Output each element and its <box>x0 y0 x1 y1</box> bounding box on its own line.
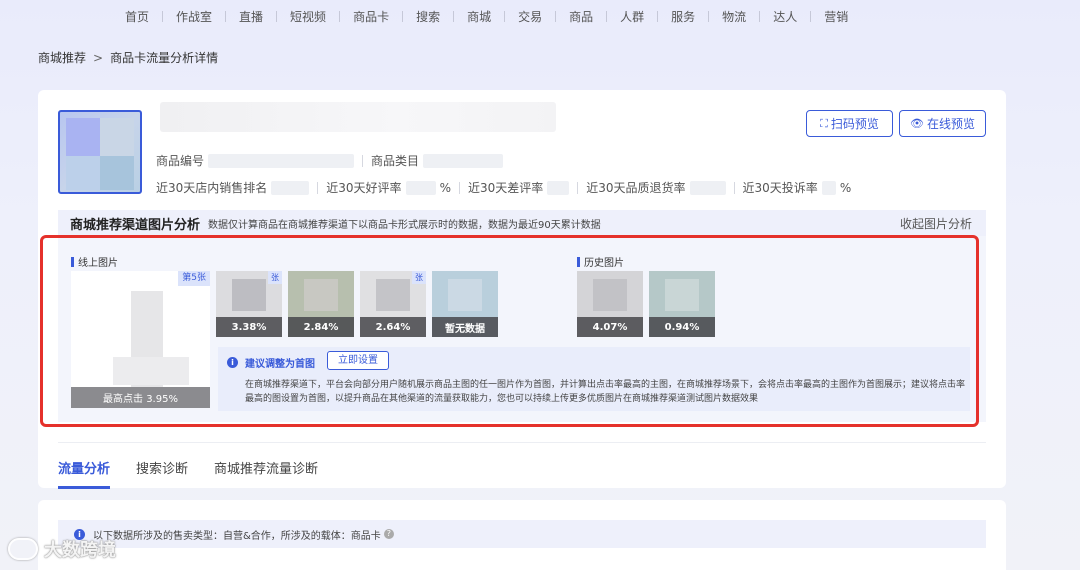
nav-item-marketing[interactable]: 营销 <box>824 8 848 25</box>
online-preview-button[interactable]: 👁 在线预览 <box>899 110 986 137</box>
online-preview-label: 在线预览 <box>926 117 975 131</box>
bad-rate-label: 近30天差评率 <box>467 181 544 195</box>
nav-item-service[interactable]: 服务 <box>671 8 695 25</box>
tab-mall-recommend-diagnosis[interactable]: 商城推荐流量诊断 <box>214 458 318 477</box>
watermark-text: 大数跨境 <box>44 540 116 561</box>
product-title-redacted <box>160 102 556 132</box>
good-rate-label: 近30天好评率 <box>326 181 402 195</box>
eye-icon: 👁 <box>910 117 924 130</box>
scan-preview-label: 扫码预览 <box>830 117 879 131</box>
nav-separator <box>708 10 710 22</box>
watermark: 大数跨境 <box>8 536 116 562</box>
quality-return-label: 近30天品质退货率 <box>586 181 686 195</box>
watermark-logo-icon <box>8 538 38 560</box>
nav-separator <box>402 10 404 22</box>
nav-item-live[interactable]: 直播 <box>239 8 263 25</box>
nav-separator <box>606 10 608 22</box>
nav-item-influencer[interactable]: 达人 <box>773 8 797 25</box>
nav-separator <box>453 10 455 22</box>
nav-separator <box>225 10 227 22</box>
nav-item-product-card[interactable]: 商品卡 <box>353 8 389 25</box>
nav-separator <box>759 10 761 22</box>
product-card: 商品编号 商品类目 近30天店内销售排名 近30天好评率 % 近30天差评率 近… <box>38 90 1006 489</box>
blurred-block <box>100 118 134 156</box>
good-rate-redacted <box>405 180 436 195</box>
nav-separator <box>810 10 812 22</box>
divider <box>733 181 735 194</box>
product-code-label: 商品编号 <box>156 154 205 168</box>
top-nav: 首页 作战室 直播 短视频 商品卡 搜索 商城 交易 商品 人群 服务 物流 达… <box>0 0 1080 32</box>
sales-rank-label: 近30天店内销售排名 <box>156 181 268 195</box>
nav-item-mall[interactable]: 商城 <box>467 8 491 25</box>
breadcrumb-separator: > <box>93 50 104 65</box>
breadcrumb-current: 商品卡流量分析详情 <box>110 51 219 65</box>
bad-rate-redacted <box>547 180 570 195</box>
breadcrumb-parent[interactable]: 商城推荐 <box>38 49 86 66</box>
breadcrumb: 商城推荐 > 商品卡流量分析详情 <box>38 49 218 66</box>
highlight-frame <box>40 235 979 427</box>
divider <box>317 181 319 194</box>
section-title: 商城推荐渠道图片分析 <box>70 217 201 233</box>
tab-traffic-analysis[interactable]: 流量分析 <box>58 458 110 477</box>
product-code-redacted <box>208 153 355 168</box>
blurred-block <box>100 156 134 190</box>
blurred-block <box>66 156 100 190</box>
nav-separator <box>657 10 659 22</box>
nav-item-war-room[interactable]: 作战室 <box>176 8 212 25</box>
nav-item-short-video[interactable]: 短视频 <box>290 8 326 25</box>
nav-separator <box>504 10 506 22</box>
tab-search-diagnosis[interactable]: 搜索诊断 <box>136 458 188 477</box>
nav-item-search[interactable]: 搜索 <box>416 8 440 25</box>
sales-rank-redacted <box>271 180 310 195</box>
nav-item-crowd[interactable]: 人群 <box>620 8 644 25</box>
product-stats-row: 近30天店内销售排名 近30天好评率 % 近30天差评率 近30天品质退货率 近… <box>156 179 851 196</box>
divider <box>362 154 364 167</box>
qr-scan-icon: ⛶ <box>820 116 828 130</box>
nav-separator <box>339 10 341 22</box>
divider <box>458 181 460 194</box>
data-scope-notice: i 以下数据所涉及的售卖类型：自营&合作，所涉及的载体：商品卡 ? <box>58 520 986 548</box>
blurred-block <box>66 118 100 156</box>
nav-separator <box>162 10 164 22</box>
nav-separator <box>555 10 557 22</box>
help-icon[interactable]: ? <box>383 529 394 539</box>
complaint-redacted <box>821 180 836 195</box>
product-meta-row: 商品编号 商品类目 <box>156 152 504 169</box>
nav-separator <box>276 10 278 22</box>
divider <box>577 181 579 194</box>
image-analysis-header: 商城推荐渠道图片分析 数据仅计算商品在商城推荐渠道下以商品卡形式展示时的数据，数… <box>58 210 986 236</box>
product-category-redacted <box>423 153 504 168</box>
section-description: 数据仅计算商品在商城推荐渠道下以商品卡形式展示时的数据，数据为最近90天累计数据 <box>208 219 601 231</box>
scan-preview-button[interactable]: ⛶ 扫码预览 <box>806 110 893 137</box>
notice-text: 以下数据所涉及的售卖类型：自营&合作，所涉及的载体：商品卡 <box>93 530 381 542</box>
active-tab-indicator <box>58 486 110 489</box>
nav-item-logistics[interactable]: 物流 <box>722 8 746 25</box>
nav-item-product[interactable]: 商品 <box>569 8 593 25</box>
quality-return-redacted <box>689 180 726 195</box>
collapse-image-analysis-link[interactable]: 收起图片分析 <box>900 215 972 232</box>
nav-item-home[interactable]: 首页 <box>125 8 149 25</box>
analysis-tabs: 流量分析 搜索诊断 商城推荐流量诊断 <box>58 442 986 489</box>
complaint-label: 近30天投诉率 <box>742 181 818 195</box>
complaint-unit: % <box>839 180 852 195</box>
product-main-image <box>58 110 142 194</box>
traffic-card: i 以下数据所涉及的售卖类型：自营&合作，所涉及的载体：商品卡 ? <box>38 500 1006 570</box>
nav-item-trade[interactable]: 交易 <box>518 8 542 25</box>
product-category-label: 商品类目 <box>371 154 420 168</box>
good-rate-unit: % <box>439 180 451 195</box>
